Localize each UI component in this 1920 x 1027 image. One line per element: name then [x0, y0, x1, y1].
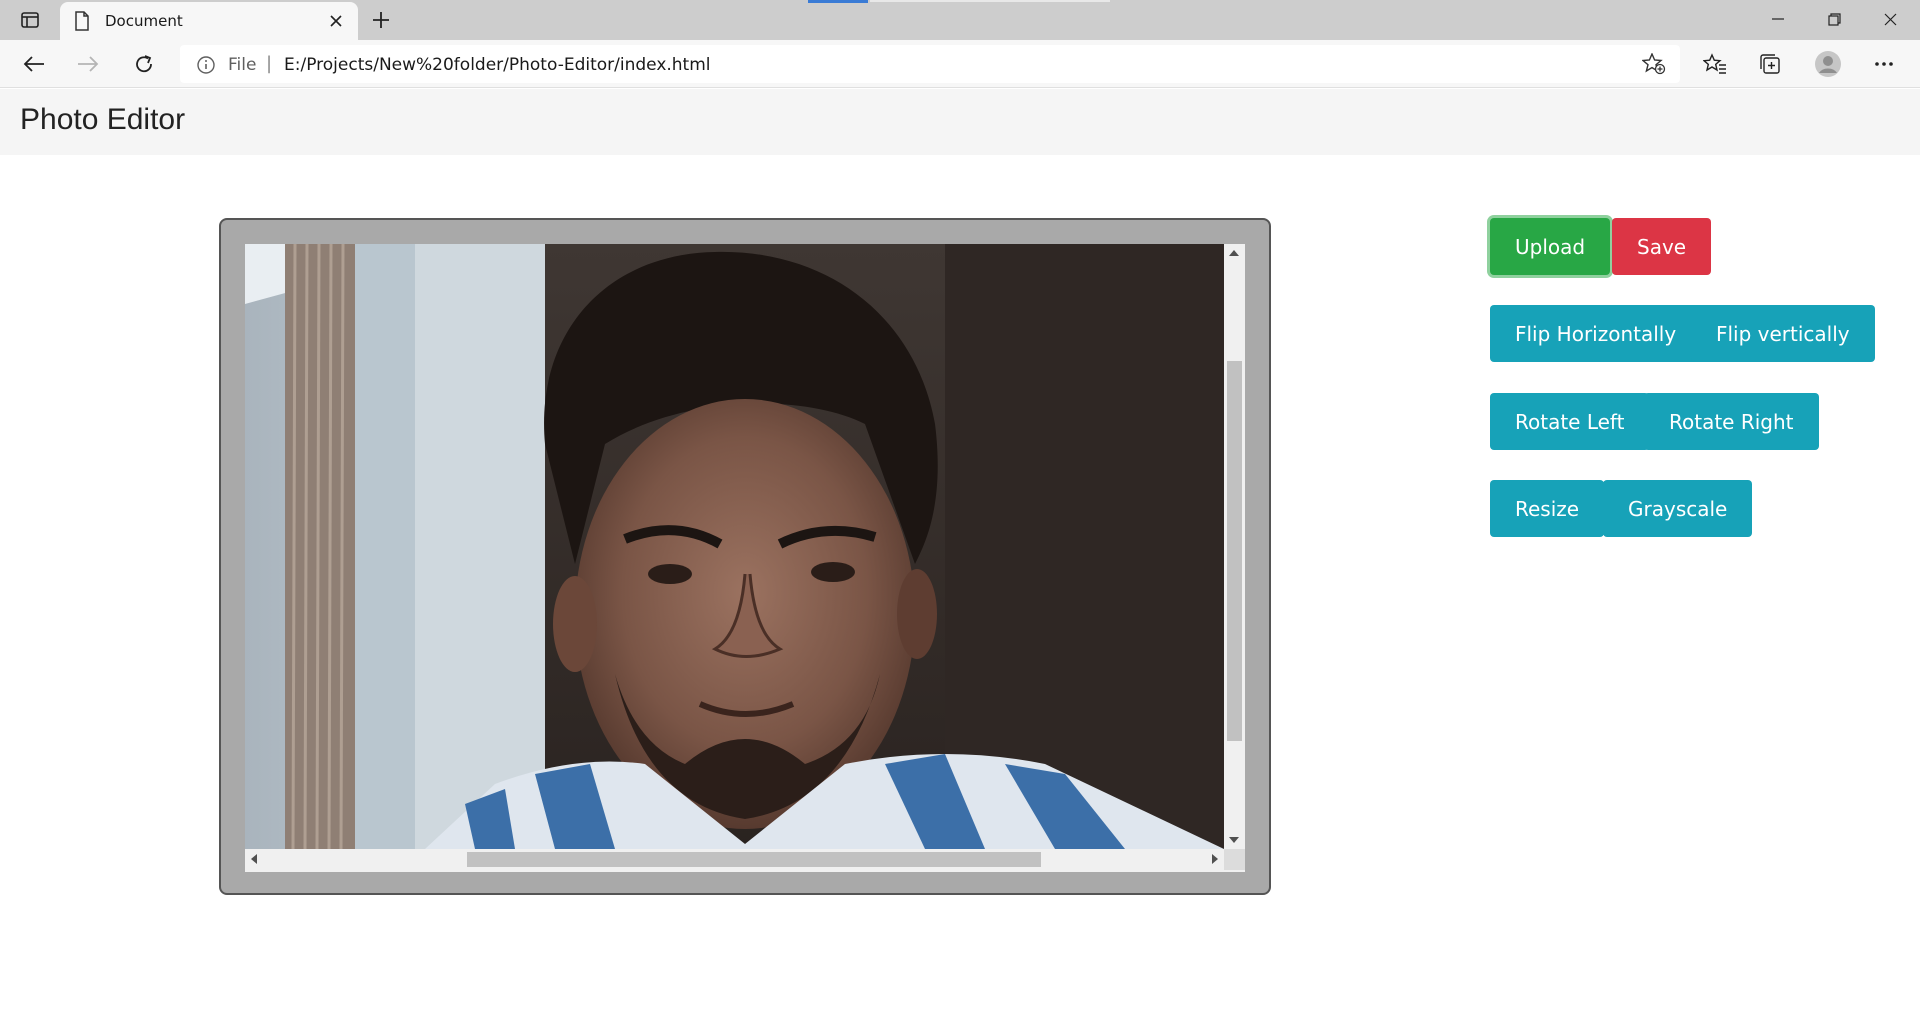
address-separator: |: [266, 53, 273, 74]
tab-strip-highlight: [870, 0, 1110, 2]
address-url[interactable]: E:/Projects/New%20folder/Photo-Editor/in…: [284, 55, 711, 75]
resize-button[interactable]: Resize: [1490, 480, 1605, 537]
reload-icon[interactable]: [126, 47, 162, 81]
rotate-left-button[interactable]: Rotate Left: [1490, 393, 1650, 450]
add-favorite-icon[interactable]: [1641, 52, 1666, 80]
forward-arrow-icon[interactable]: [70, 47, 106, 81]
scroll-down-arrow-icon[interactable]: [1229, 837, 1239, 843]
page-title: Photo Editor: [20, 103, 186, 136]
more-options-icon[interactable]: [1866, 47, 1902, 81]
page-header: Photo Editor: [0, 89, 1920, 155]
new-tab-icon[interactable]: [366, 5, 396, 35]
scroll-up-arrow-icon[interactable]: [1229, 250, 1239, 256]
restore-icon[interactable]: [1806, 0, 1862, 38]
vertical-scroll-thumb[interactable]: [1227, 361, 1242, 741]
close-window-icon[interactable]: [1862, 0, 1918, 38]
profile-avatar-icon[interactable]: [1810, 47, 1846, 81]
photo-image: [245, 244, 1224, 849]
tab-title: Document: [105, 12, 183, 30]
save-button[interactable]: Save: [1612, 218, 1712, 275]
rotate-right-button[interactable]: Rotate Right: [1644, 393, 1819, 450]
scrollbar-corner: [1224, 849, 1245, 870]
document-icon: [74, 11, 90, 36]
flip-vertically-button[interactable]: Flip vertically: [1691, 305, 1875, 362]
tab-actions-icon[interactable]: [14, 6, 46, 34]
favorites-icon[interactable]: [1697, 47, 1733, 81]
horizontal-scrollbar[interactable]: [245, 849, 1224, 870]
minimize-icon[interactable]: [1750, 0, 1806, 38]
close-tab-icon[interactable]: [322, 8, 350, 34]
vertical-scrollbar[interactable]: [1224, 244, 1245, 849]
flip-horizontally-button[interactable]: Flip Horizontally: [1490, 305, 1702, 362]
canvas-frame: [219, 218, 1271, 895]
back-arrow-icon[interactable]: [16, 47, 52, 81]
browser-tabstrip: Document: [0, 0, 1920, 40]
address-bar[interactable]: File | E:/Projects/New%20folder/Photo-Ed…: [180, 45, 1680, 83]
horizontal-scroll-thumb[interactable]: [467, 852, 1041, 867]
scroll-right-arrow-icon[interactable]: [1212, 854, 1218, 864]
collections-icon[interactable]: [1752, 47, 1788, 81]
scroll-left-arrow-icon[interactable]: [251, 854, 257, 864]
grayscale-button[interactable]: Grayscale: [1603, 480, 1753, 537]
info-icon[interactable]: [196, 55, 216, 80]
browser-toolbar: File | E:/Projects/New%20folder/Photo-Ed…: [0, 40, 1920, 88]
tab-loading-indicator: [808, 0, 868, 3]
image-viewport[interactable]: [245, 244, 1245, 872]
upload-button[interactable]: Upload: [1490, 218, 1611, 275]
address-scheme: File: [228, 55, 257, 75]
browser-tab[interactable]: Document: [60, 2, 358, 40]
